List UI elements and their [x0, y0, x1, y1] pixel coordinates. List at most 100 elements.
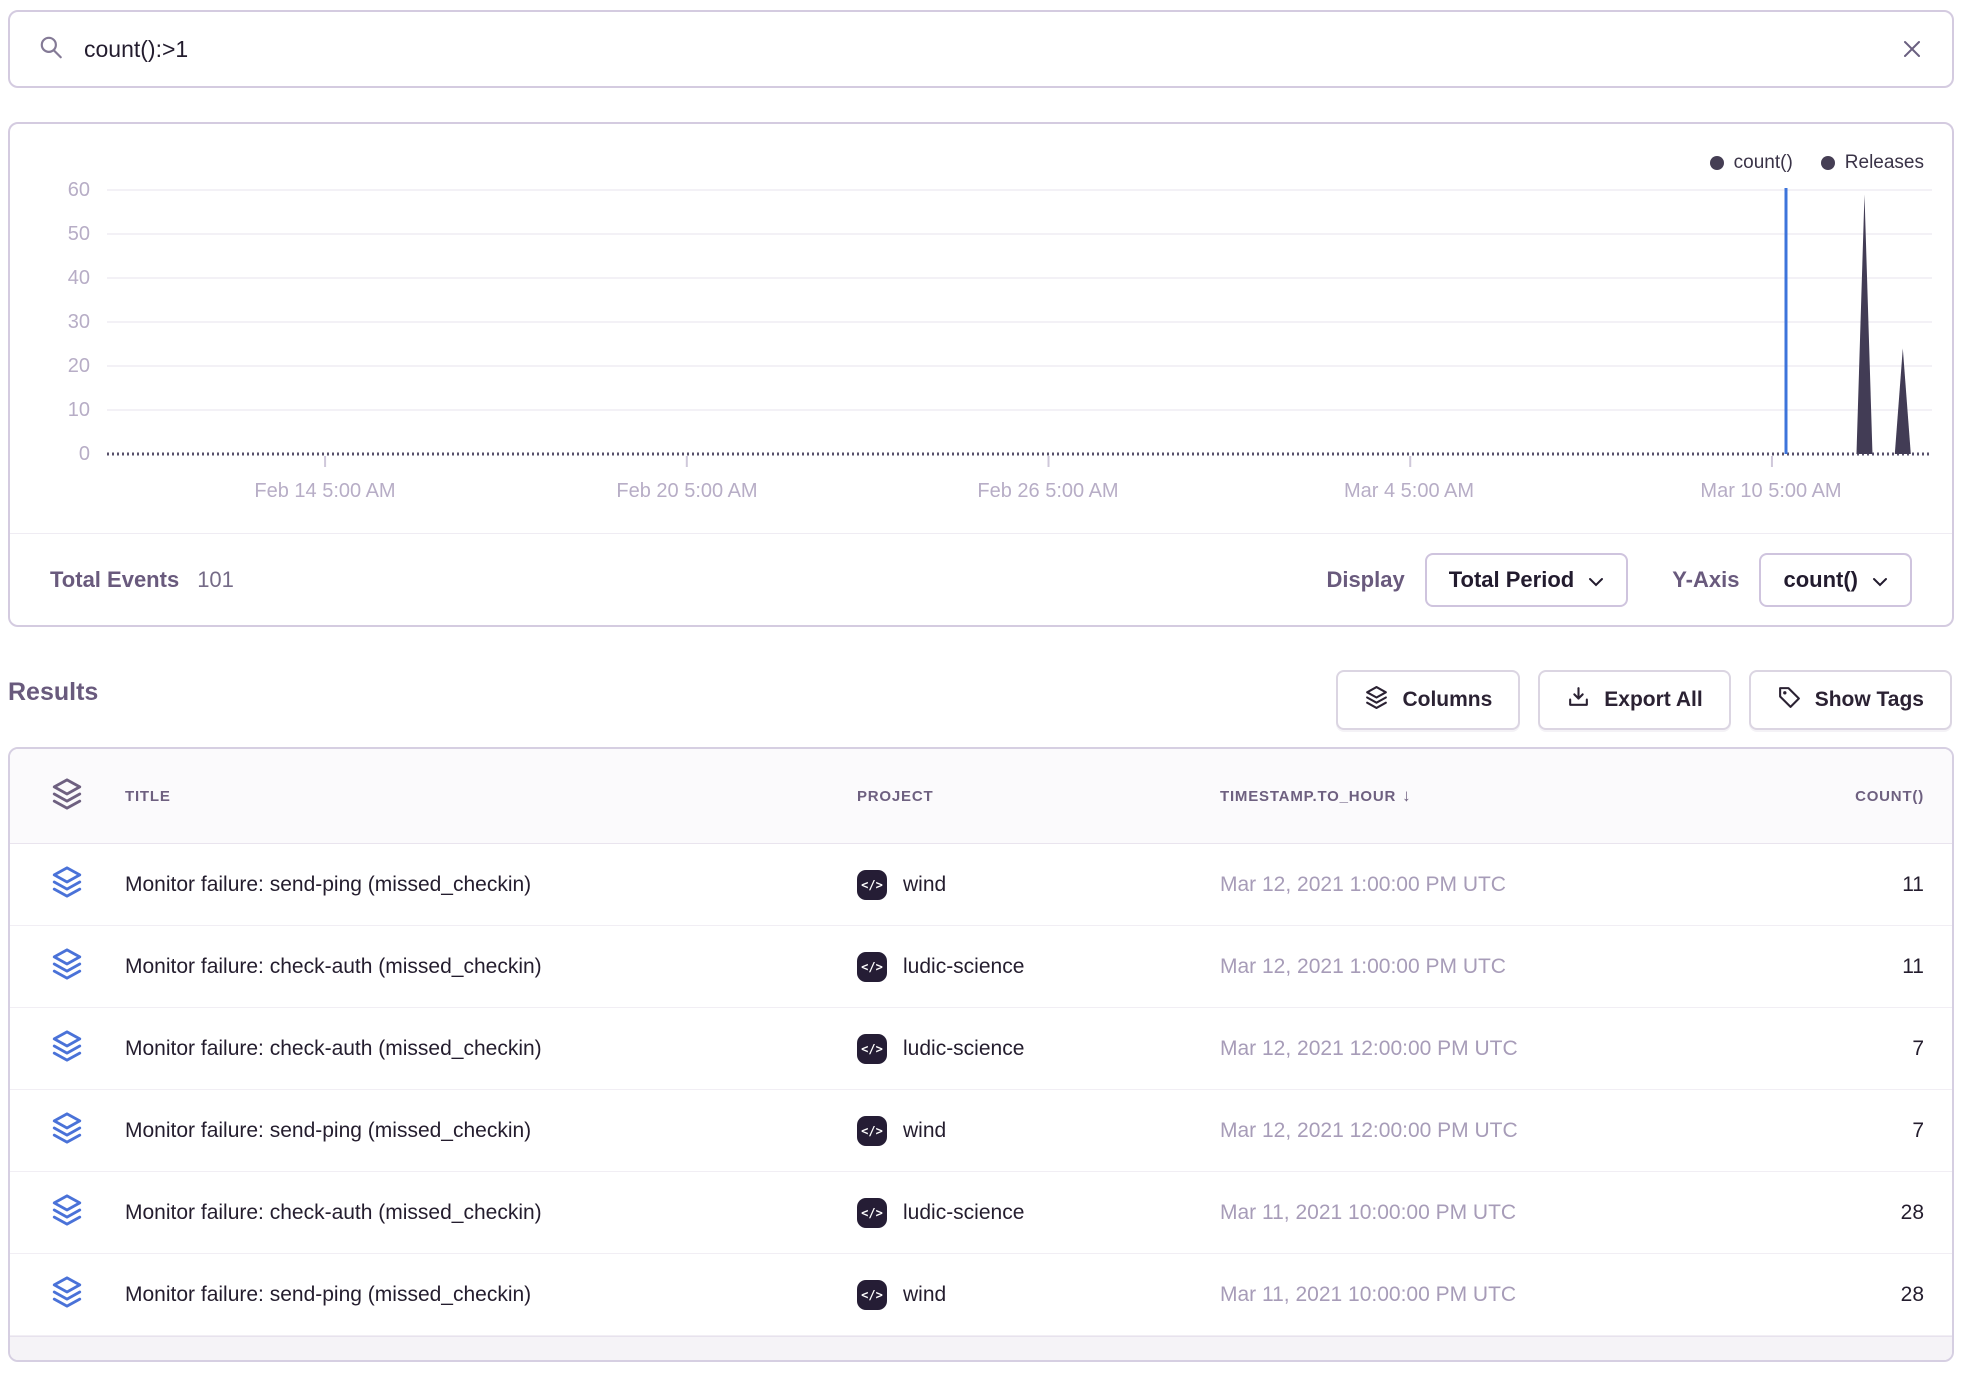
search-input[interactable]: [84, 36, 1900, 63]
search-icon: [38, 34, 64, 65]
column-header-timestamp[interactable]: TIMESTAMP.TO_HOUR↓: [1220, 786, 1784, 806]
search-bar: [8, 10, 1954, 88]
project-platform-icon: </>: [857, 1116, 887, 1146]
events-chart: [10, 124, 1956, 516]
x-axis-label: Feb 14 5:00 AM: [205, 476, 445, 506]
project-platform-icon: </>: [857, 1198, 887, 1228]
legend-item-count[interactable]: count(): [1710, 152, 1793, 174]
count-cell: 11: [1784, 955, 1924, 979]
columns-button[interactable]: Columns: [1336, 670, 1520, 730]
releases-series-dot-icon: [1821, 156, 1835, 170]
legend-releases-label: Releases: [1845, 152, 1924, 174]
column-header-project[interactable]: PROJECT: [857, 788, 1220, 805]
x-axis-label: Feb 26 5:00 AM: [928, 476, 1168, 506]
layers-icon: [50, 865, 125, 904]
chevron-down-icon: [1872, 567, 1888, 593]
download-icon: [1566, 685, 1591, 716]
layers-icon: [50, 1029, 125, 1068]
y-axis-label: 20: [22, 351, 90, 381]
event-title-link[interactable]: Monitor failure: check-auth (missed_chec…: [125, 1201, 857, 1225]
chevron-down-icon: [1588, 567, 1604, 593]
timestamp-cell: Mar 12, 2021 12:00:00 PM UTC: [1220, 1119, 1784, 1143]
project-name: ludic-science: [903, 1037, 1024, 1061]
project-platform-icon: </>: [857, 870, 887, 900]
timestamp-cell: Mar 12, 2021 1:00:00 PM UTC: [1220, 955, 1784, 979]
table-footer-strip: [10, 1336, 1952, 1362]
y-axis-label: 40: [22, 263, 90, 293]
project-name: ludic-science: [903, 1201, 1024, 1225]
layers-icon: [50, 777, 125, 816]
chart-legend: count() Releases: [1710, 152, 1924, 174]
y-axis-label: 60: [22, 175, 90, 205]
count-cell: 7: [1784, 1119, 1924, 1143]
table-row: Monitor failure: check-auth (missed_chec…: [10, 1172, 1952, 1254]
layers-icon: [50, 1193, 125, 1232]
layers-icon: [50, 1275, 125, 1314]
timestamp-cell: Mar 11, 2021 10:00:00 PM UTC: [1220, 1201, 1784, 1225]
results-heading: Results: [8, 678, 98, 707]
table-row: Monitor failure: send-ping (missed_check…: [10, 1090, 1952, 1172]
y-axis-label: 50: [22, 219, 90, 249]
project-cell: </> ludic-science: [857, 1198, 1220, 1228]
event-title-link[interactable]: Monitor failure: check-auth (missed_chec…: [125, 955, 857, 979]
table-row: Monitor failure: check-auth (missed_chec…: [10, 926, 1952, 1008]
export-all-button[interactable]: Export All: [1538, 670, 1730, 730]
display-select-value: Total Period: [1449, 567, 1575, 593]
clear-search-button[interactable]: [1900, 37, 1924, 61]
layers-icon: [50, 947, 125, 986]
y-axis-select[interactable]: count(): [1759, 553, 1912, 607]
events-chart-panel: count() Releases 60 50 40 30 20 10 0 Feb…: [8, 122, 1954, 627]
tag-icon: [1777, 685, 1802, 716]
project-name: wind: [903, 873, 946, 897]
timestamp-cell: Mar 12, 2021 1:00:00 PM UTC: [1220, 873, 1784, 897]
project-platform-icon: </>: [857, 1280, 887, 1310]
y-axis-label: 0: [22, 439, 90, 469]
x-axis-label: Mar 4 5:00 AM: [1289, 476, 1529, 506]
timestamp-cell: Mar 11, 2021 10:00:00 PM UTC: [1220, 1283, 1784, 1307]
count-cell: 28: [1784, 1201, 1924, 1225]
column-header-title[interactable]: TITLE: [125, 788, 857, 805]
project-name: wind: [903, 1283, 946, 1307]
legend-count-label: count(): [1734, 152, 1793, 174]
y-axis-label: 10: [22, 395, 90, 425]
x-axis-label: Feb 20 5:00 AM: [567, 476, 807, 506]
event-title-link[interactable]: Monitor failure: send-ping (missed_check…: [125, 873, 857, 897]
results-table: TITLE PROJECT TIMESTAMP.TO_HOUR↓ COUNT()…: [8, 747, 1954, 1362]
layers-icon: [50, 1111, 125, 1150]
table-header-row: TITLE PROJECT TIMESTAMP.TO_HOUR↓ COUNT(): [10, 749, 1952, 844]
project-cell: </> wind: [857, 870, 1220, 900]
project-platform-icon: </>: [857, 1034, 887, 1064]
total-events-value: 101: [197, 567, 234, 593]
table-row: Monitor failure: check-auth (missed_chec…: [10, 1008, 1952, 1090]
project-cell: </> ludic-science: [857, 1034, 1220, 1064]
legend-item-releases[interactable]: Releases: [1821, 152, 1924, 174]
chart-footer: Total Events 101 Display Total Period Y-…: [10, 533, 1952, 625]
project-platform-icon: </>: [857, 952, 887, 982]
count-cell: 11: [1784, 873, 1924, 897]
x-axis-label: Mar 10 5:00 AM: [1651, 476, 1891, 506]
event-title-link[interactable]: Monitor failure: send-ping (missed_check…: [125, 1119, 857, 1143]
y-axis-select-value: count(): [1783, 567, 1858, 593]
results-actions: Columns Export All Show Tags: [1336, 670, 1952, 730]
project-name: ludic-science: [903, 955, 1024, 979]
count-cell: 7: [1784, 1037, 1924, 1061]
project-name: wind: [903, 1119, 946, 1143]
project-cell: </> ludic-science: [857, 952, 1220, 982]
total-events-label: Total Events: [50, 567, 179, 593]
count-cell: 28: [1784, 1283, 1924, 1307]
event-title-link[interactable]: Monitor failure: check-auth (missed_chec…: [125, 1037, 857, 1061]
discover-page: count() Releases 60 50 40 30 20 10 0 Feb…: [0, 0, 1962, 1374]
event-title-link[interactable]: Monitor failure: send-ping (missed_check…: [125, 1283, 857, 1307]
column-header-count[interactable]: COUNT(): [1784, 788, 1924, 805]
project-cell: </> wind: [857, 1280, 1220, 1310]
table-row: Monitor failure: send-ping (missed_check…: [10, 1254, 1952, 1336]
y-axis-select-label: Y-Axis: [1672, 567, 1739, 593]
sort-desc-icon: ↓: [1402, 786, 1411, 805]
export-all-button-label: Export All: [1604, 688, 1702, 712]
show-tags-button[interactable]: Show Tags: [1749, 670, 1952, 730]
display-select[interactable]: Total Period: [1425, 553, 1629, 607]
layers-icon: [1364, 685, 1389, 716]
show-tags-button-label: Show Tags: [1815, 688, 1924, 712]
project-cell: </> wind: [857, 1116, 1220, 1146]
count-series-dot-icon: [1710, 156, 1724, 170]
